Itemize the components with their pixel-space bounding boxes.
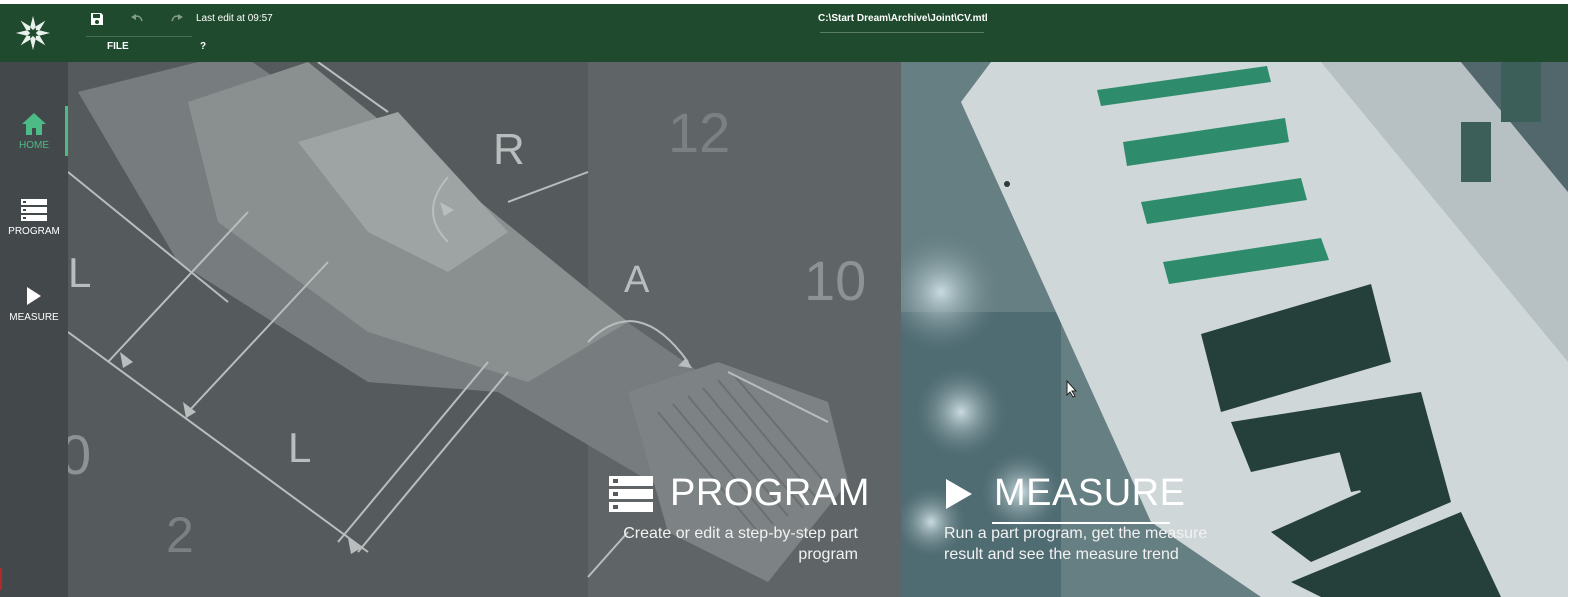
edge-marker: [0, 568, 2, 590]
drawing-label-l2: L: [288, 424, 311, 471]
program-card-title: PROGRAM: [608, 472, 870, 515]
program-card[interactable]: R A L L 12 10 0 2: [68, 62, 901, 597]
program-card-description: Create or edit a step-by-step part progr…: [608, 523, 858, 565]
measure-desc-line-1: Run a part program, get the measure: [944, 525, 1208, 542]
undo-button[interactable]: [128, 10, 146, 28]
file-path-underline: [820, 32, 984, 33]
last-edit-status: Last edit at 09:57: [196, 13, 273, 24]
logo-star-icon: [15, 15, 51, 51]
program-desc-line-2: program: [798, 546, 858, 563]
sidebar-item-measure[interactable]: MEASURE: [0, 278, 68, 348]
drawing-label-r: R: [493, 125, 525, 174]
measure-card-title: MEASURE: [944, 472, 1185, 515]
measure-card-description: Run a part program, get the measure resu…: [944, 523, 1244, 565]
program-desc-line-1: Create or edit a step-by-step part: [623, 525, 858, 542]
drawing-label-0: 0: [68, 423, 91, 486]
list-icon: [20, 196, 48, 224]
measure-background-image: [901, 62, 1568, 597]
menu-help[interactable]: ?: [200, 41, 206, 52]
undo-icon: [131, 14, 143, 22]
drawing-label-2: 2: [166, 507, 194, 563]
measure-title-text: MEASURE: [994, 472, 1186, 514]
drawing-label-l1: L: [68, 249, 91, 296]
menu-file[interactable]: FILE: [107, 41, 129, 52]
redo-icon: [171, 14, 183, 22]
play-icon: [20, 282, 48, 310]
drawing-label-10: 10: [804, 249, 866, 312]
sidebar: HOME PROGRAM MEASURE: [0, 62, 68, 597]
drawing-label-a: A: [624, 259, 650, 301]
program-title-text: PROGRAM: [670, 472, 870, 514]
mouse-cursor-icon: [1066, 380, 1078, 398]
redo-button[interactable]: [168, 10, 186, 28]
home-icon: [20, 110, 48, 138]
measure-desc-line-2: result and see the measure trend: [944, 546, 1179, 563]
sidebar-item-home[interactable]: HOME: [0, 106, 68, 176]
top-bar: Last edit at 09:57 FILE ? C:\Start Dream…: [0, 4, 1568, 62]
sidebar-item-label: PROGRAM: [8, 226, 60, 237]
sidebar-item-program[interactable]: PROGRAM: [0, 192, 68, 262]
file-path: C:\Start Dream\Archive\Joint\CV.mtl: [818, 13, 988, 24]
drawing-label-12: 12: [668, 101, 730, 164]
measure-card[interactable]: [901, 62, 1568, 597]
list-icon: [609, 475, 653, 512]
save-icon: [91, 13, 103, 25]
menu-divider: [86, 36, 192, 37]
technical-drawing-image: R A L L 12 10 0 2: [68, 62, 901, 597]
sidebar-item-label: HOME: [19, 140, 49, 151]
save-button[interactable]: [88, 10, 106, 28]
sidebar-item-label: MEASURE: [9, 312, 59, 323]
play-icon: [946, 478, 972, 509]
